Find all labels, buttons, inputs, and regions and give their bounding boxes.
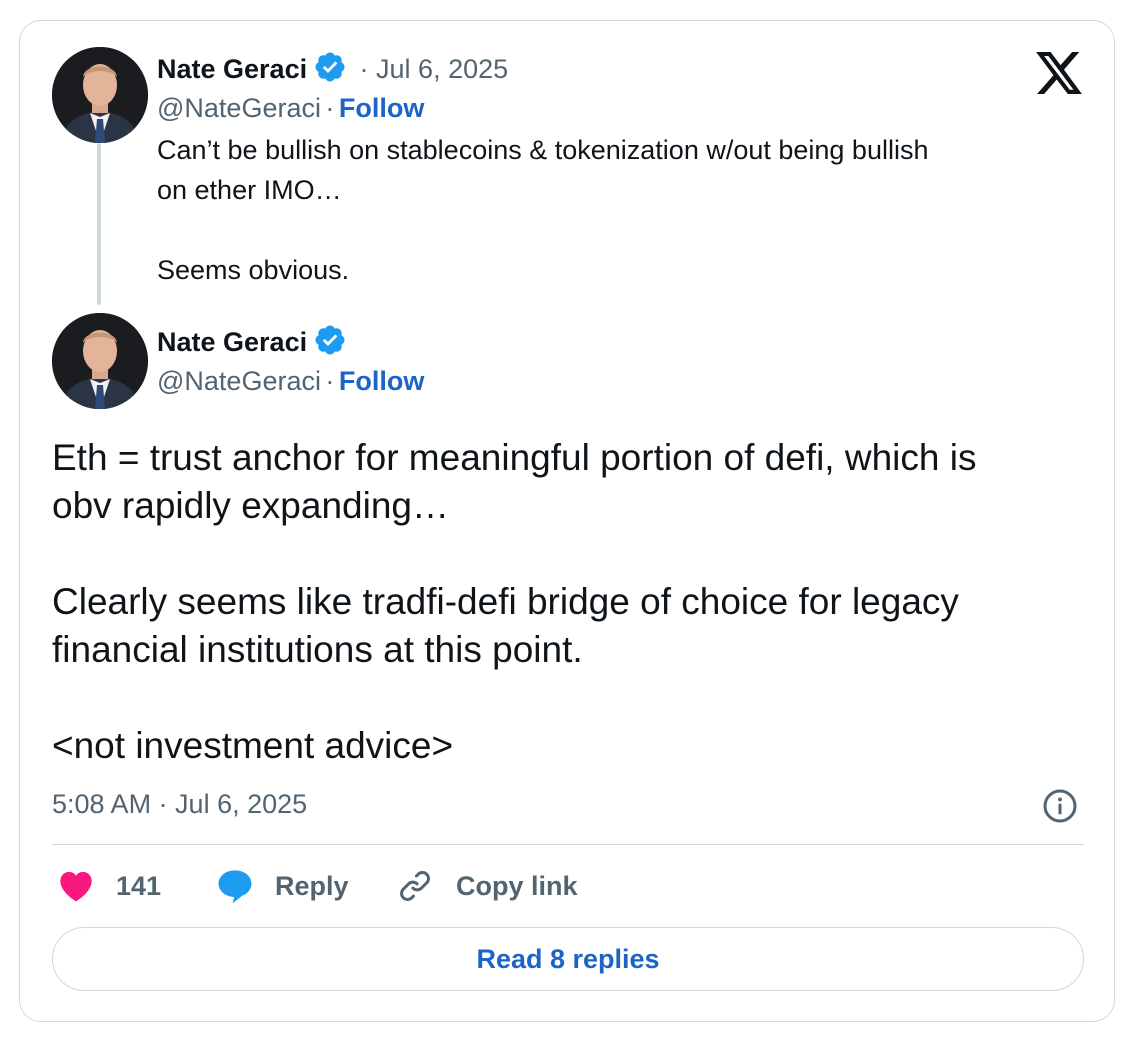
main-tweet-text: Eth = trust anchor for meaningful portio… [52, 437, 977, 766]
copy-link-label: Copy link [456, 870, 578, 901]
read-replies-button[interactable]: Read 8 replies [52, 927, 1084, 991]
quoted-tweet-text: Can’t be bullish on stablecoins & tokeni… [157, 135, 929, 285]
quoted-author-row: Nate Geraci · Jul 6, 2025 [157, 50, 508, 85]
speech-bubble-icon [216, 868, 254, 904]
quoted-handle-row: @NateGeraci · Follow [157, 93, 424, 124]
avatar[interactable] [52, 313, 148, 409]
author-handle[interactable]: @NateGeraci [157, 366, 321, 396]
verified-badge-icon [313, 50, 347, 84]
avatar[interactable] [52, 47, 148, 143]
author-name[interactable]: Nate Geraci [157, 54, 307, 84]
tweet-date[interactable]: · Jul 6, 2025 [360, 54, 509, 84]
author-name[interactable]: Nate Geraci [157, 327, 307, 357]
like-button[interactable]: 141 [58, 870, 161, 902]
follow-button[interactable]: Follow [339, 93, 424, 123]
author-handle[interactable]: @NateGeraci [157, 93, 321, 123]
info-icon[interactable] [1042, 788, 1078, 824]
reply-button[interactable]: Reply [216, 868, 349, 904]
like-count: 141 [116, 870, 162, 901]
verified-badge-icon [313, 323, 347, 357]
link-icon [397, 868, 433, 904]
divider [52, 844, 1084, 845]
main-author-row: Nate Geraci [157, 323, 347, 358]
x-logo-icon[interactable] [1036, 52, 1082, 94]
heart-icon [58, 870, 94, 902]
separator-dot: · [325, 93, 335, 123]
main-handle-row: @NateGeraci · Follow [157, 366, 424, 397]
tweet-timestamp[interactable]: 5:08 AM · Jul 6, 2025 [52, 789, 307, 820]
copy-link-button[interactable]: Copy link [397, 868, 578, 904]
separator-dot: · [325, 366, 335, 396]
follow-button[interactable]: Follow [339, 366, 424, 396]
reply-label: Reply [275, 870, 349, 901]
thread-line [97, 143, 101, 305]
